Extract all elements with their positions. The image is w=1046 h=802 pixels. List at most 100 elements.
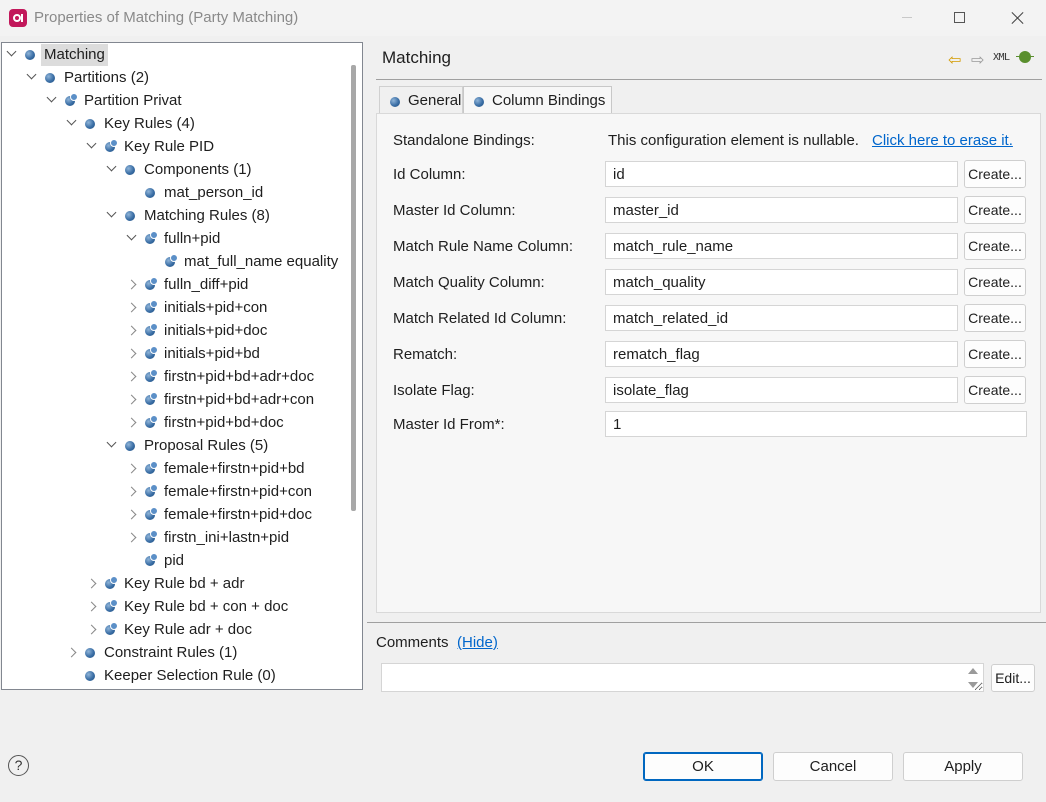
erase-link[interactable]: Click here to erase it. <box>872 132 1013 149</box>
chevron-right-icon[interactable] <box>86 578 97 589</box>
tree-item[interactable]: Key Rule bd + adr <box>2 573 347 595</box>
chevron-right-icon[interactable] <box>126 325 137 336</box>
id-column-label: Id Column: <box>393 166 466 183</box>
tree-item[interactable]: initials+pid+doc <box>2 320 347 342</box>
detail-title: Matching <box>382 48 451 67</box>
chevron-right-icon[interactable] <box>126 417 137 428</box>
master-id-from-input[interactable] <box>605 411 1027 437</box>
tree-item[interactable]: female+firstn+pid+doc <box>2 504 347 526</box>
match-quality-column-create-button[interactable]: Create... <box>964 268 1026 296</box>
chevron-down-icon[interactable] <box>106 437 117 448</box>
tab-column-bindings[interactable]: Column Bindings <box>463 86 612 114</box>
tree-item-label: Keeper Selection Rule (0) <box>104 667 276 684</box>
tab-general[interactable]: General <box>379 86 463 114</box>
chevron-down-icon[interactable] <box>26 69 37 80</box>
tree-item[interactable]: firstn+pid+bd+adr+doc <box>2 366 347 388</box>
isolate-flag-input[interactable] <box>605 377 958 403</box>
rematch-create-button[interactable]: Create... <box>964 340 1026 368</box>
tree-item[interactable]: Key Rule PID <box>2 136 347 158</box>
master-id-column-create-button[interactable]: Create... <box>964 196 1026 224</box>
chevron-down-icon[interactable] <box>66 115 77 126</box>
rule-node-icon <box>105 576 118 589</box>
help-icon[interactable]: ? <box>8 755 29 776</box>
rule-node-icon <box>145 553 158 566</box>
tree-item[interactable]: female+firstn+pid+con <box>2 481 347 503</box>
match-related-id-column-input[interactable] <box>605 305 958 331</box>
chevron-right-icon[interactable] <box>126 486 137 497</box>
match-related-id-column-create-button[interactable]: Create... <box>964 304 1026 332</box>
tree-item[interactable]: Proposal Rules (5) <box>2 435 347 457</box>
tree-item[interactable]: Key Rule adr + doc <box>2 619 347 641</box>
apply-button[interactable]: Apply <box>903 752 1023 781</box>
tree-item[interactable]: mat_full_name equality <box>2 251 347 273</box>
ok-button[interactable]: OK <box>643 752 763 781</box>
chevron-right-icon[interactable] <box>66 647 77 658</box>
tree-item[interactable]: initials+pid+con <box>2 297 347 319</box>
back-arrow-icon[interactable]: ⇦ <box>948 50 961 70</box>
tree-item[interactable]: Key Rule bd + con + doc <box>2 596 347 618</box>
match-quality-column-input[interactable] <box>605 269 958 295</box>
tree-item[interactable]: fulln_diff+pid <box>2 274 347 296</box>
chevron-down-icon[interactable] <box>106 207 117 218</box>
cancel-button[interactable]: Cancel <box>773 752 893 781</box>
properties-tree[interactable]: Matching Partitions (2) Partition Privat Ke… <box>1 42 363 690</box>
chevron-right-icon[interactable] <box>126 348 137 359</box>
chevron-down-icon[interactable] <box>6 46 17 57</box>
chevron-right-icon[interactable] <box>126 279 137 290</box>
forward-arrow-icon[interactable]: ⇨ <box>971 50 984 70</box>
tree-item[interactable]: Matching Rules (8) <box>2 205 347 227</box>
minimize-button[interactable] <box>884 0 930 36</box>
debug-bug-icon[interactable] <box>1016 51 1034 63</box>
tree-item[interactable]: firstn+pid+bd+doc <box>2 412 347 434</box>
master-id-column-input[interactable] <box>605 197 958 223</box>
rule-node-icon <box>105 139 118 152</box>
tree-item[interactable]: Partition Privat <box>2 90 347 112</box>
close-button[interactable] <box>995 0 1041 36</box>
tree-item[interactable]: Constraint Rules (1) <box>2 642 347 664</box>
tree-node-icon <box>45 73 55 83</box>
id-column-create-button[interactable]: Create... <box>964 160 1026 188</box>
xml-view-icon[interactable]: XML <box>993 52 1010 63</box>
edit-comments-button[interactable]: Edit... <box>991 664 1035 692</box>
isolate-flag-create-button[interactable]: Create... <box>964 376 1026 404</box>
match-rule-name-column-input[interactable] <box>605 233 958 259</box>
tree-item[interactable]: female+firstn+pid+bd <box>2 458 347 480</box>
chevron-right-icon[interactable] <box>126 394 137 405</box>
tree-item[interactable]: firstn+pid+bd+adr+con <box>2 389 347 411</box>
tree-item[interactable]: firstn_ini+lastn+pid <box>2 527 347 549</box>
tree-item[interactable]: pid <box>2 550 347 572</box>
match-rule-name-column-create-button[interactable]: Create... <box>964 232 1026 260</box>
rule-node-icon <box>145 507 158 520</box>
chevron-down-icon[interactable] <box>106 161 117 172</box>
rematch-input[interactable] <box>605 341 958 367</box>
tree-item[interactable]: Partitions (2) <box>2 67 347 89</box>
chevron-down-icon[interactable] <box>46 92 57 103</box>
id-column-input[interactable] <box>605 161 958 187</box>
tree-item[interactable]: mat_person_id <box>2 182 347 204</box>
tree-item[interactable]: fulln+pid <box>2 228 347 250</box>
tree-item[interactable]: Key Rules (4) <box>2 113 347 135</box>
tree-scrollbar-thumb[interactable] <box>351 65 356 511</box>
chevron-right-icon[interactable] <box>126 371 137 382</box>
maximize-button[interactable] <box>936 0 982 36</box>
chevron-down-icon[interactable] <box>86 138 97 149</box>
chevron-right-icon[interactable] <box>126 532 137 543</box>
tree-item-label: Partition Privat <box>84 92 182 109</box>
chevron-right-icon[interactable] <box>86 601 97 612</box>
chevron-right-icon[interactable] <box>126 302 137 313</box>
scroll-up-arrow-icon[interactable] <box>968 668 978 674</box>
chevron-down-icon[interactable] <box>126 230 137 241</box>
chevron-right-icon[interactable] <box>86 624 97 635</box>
tree-item[interactable]: Components (1) <box>2 159 347 181</box>
rule-node-icon <box>145 461 158 474</box>
scroll-down-arrow-icon[interactable] <box>968 682 978 688</box>
hide-comments-link[interactable]: (Hide) <box>457 634 498 651</box>
tree-item[interactable]: initials+pid+bd <box>2 343 347 365</box>
comments-textarea[interactable] <box>381 663 984 692</box>
chevron-right-icon[interactable] <box>126 509 137 520</box>
rule-node-icon <box>145 346 158 359</box>
window-title: Properties of Matching (Party Matching) <box>34 9 299 26</box>
chevron-right-icon[interactable] <box>126 463 137 474</box>
tree-item[interactable]: Matching <box>2 44 347 66</box>
tree-item[interactable]: Keeper Selection Rule (0) <box>2 665 347 687</box>
